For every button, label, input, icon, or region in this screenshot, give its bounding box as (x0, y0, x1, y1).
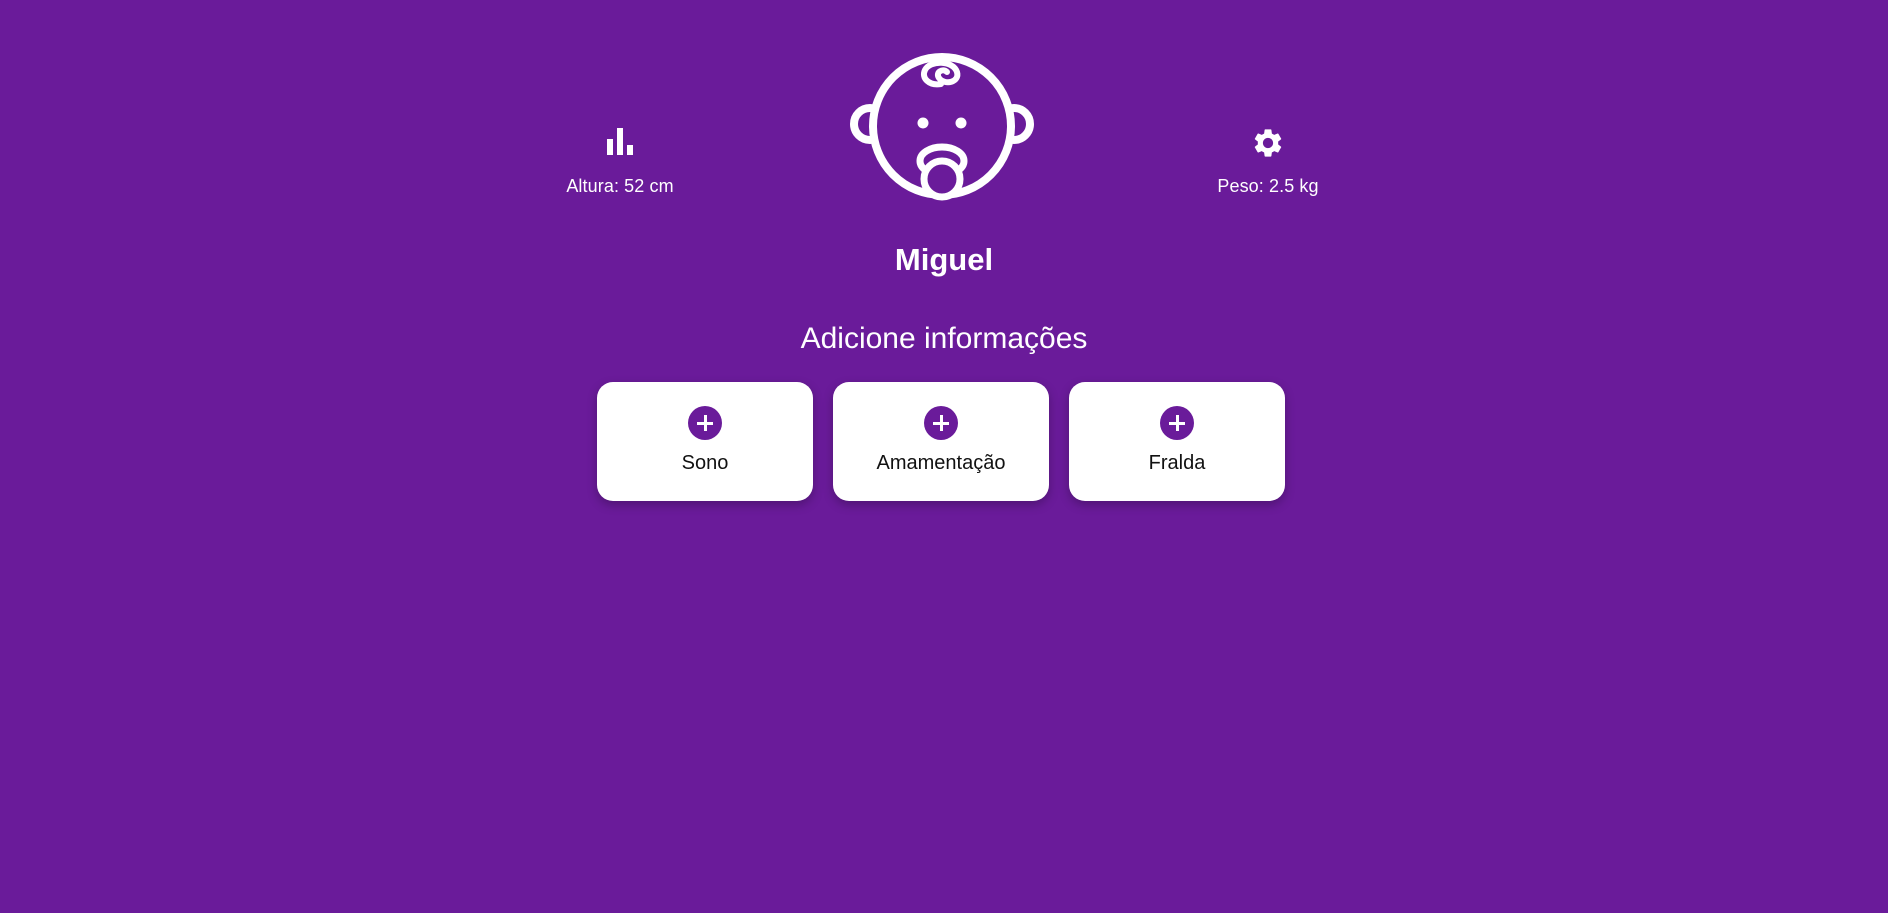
add-breastfeeding-card[interactable]: Amamentação (833, 382, 1049, 501)
plus-circle-icon (1160, 406, 1194, 440)
weight-stat[interactable]: Peso: 2.5 kg (1178, 126, 1358, 197)
plus-circle-icon (924, 406, 958, 440)
bar-chart-icon (530, 126, 710, 164)
height-label: Altura: 52 cm (566, 176, 674, 196)
weight-label: Peso: 2.5 kg (1217, 176, 1319, 196)
add-sleep-card[interactable]: Sono (597, 382, 813, 501)
card-label: Fralda (1148, 452, 1206, 474)
baby-name: Miguel (894, 242, 994, 277)
card-label: Sono (681, 452, 729, 474)
plus-circle-icon (688, 406, 722, 440)
add-diaper-card[interactable]: Fralda (1069, 382, 1285, 501)
card-label: Amamentação (876, 452, 1006, 474)
add-info-cards: Sono Amamentação Fralda (597, 382, 1285, 501)
gear-icon (1178, 126, 1358, 164)
section-title: Adicione informações (800, 322, 1088, 355)
baby-face-icon (850, 53, 1034, 201)
height-stat[interactable]: Altura: 52 cm (530, 126, 710, 197)
